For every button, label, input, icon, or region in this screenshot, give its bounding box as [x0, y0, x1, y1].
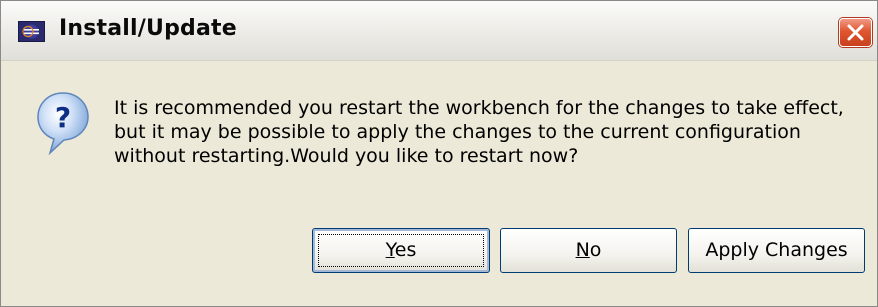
no-mnemonic: N — [575, 239, 590, 261]
apply-changes-label: Apply Changes — [705, 239, 848, 261]
no-button[interactable]: No — [500, 228, 677, 273]
dialog-message: It is recommended you restart the workbe… — [114, 97, 844, 167]
apply-changes-button[interactable]: Apply Changes — [688, 228, 865, 273]
window-title: Install/Update — [59, 16, 237, 41]
close-icon — [847, 24, 864, 41]
title-bar[interactable]: Install/Update — [1, 1, 877, 61]
install-update-dialog: Install/Update ? It is recommended you r… — [0, 0, 878, 307]
no-label: o — [589, 239, 602, 261]
eclipse-icon[interactable] — [18, 21, 45, 42]
close-button[interactable] — [839, 18, 872, 47]
svg-text:?: ? — [55, 101, 71, 134]
yes-button[interactable]: Yes — [312, 228, 490, 273]
yes-mnemonic: Y — [385, 239, 395, 261]
question-icon: ? — [36, 91, 90, 157]
yes-label: es — [394, 239, 417, 261]
